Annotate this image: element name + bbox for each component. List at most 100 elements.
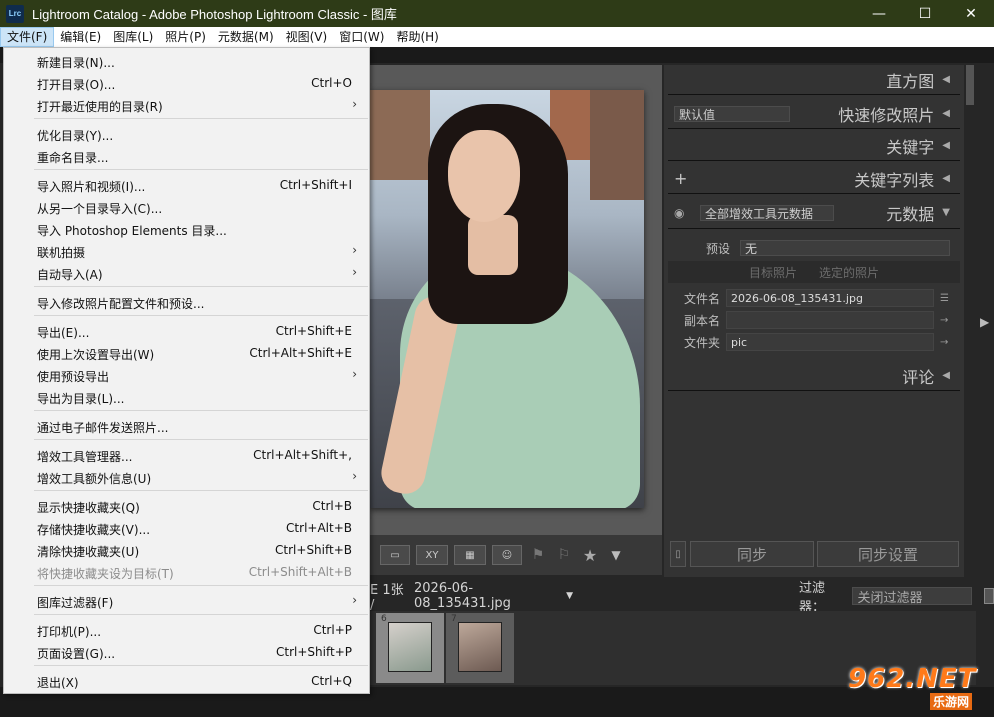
menu-item-shortcut: Ctrl+Alt+Shift+E [249,346,352,360]
histogram-header[interactable]: 直方图 ◀ [668,65,960,95]
file-menu-item[interactable]: 显示快捷收藏夹(Q) Ctrl+B [5,495,369,517]
metadata-set-select[interactable]: 全部增效工具元数据 [700,205,834,221]
source-path-file[interactable]: 2026-06-08_135431.jpg [414,581,562,611]
menu-item-label: 导出(E)... [37,326,90,340]
file-menu-item[interactable]: 优化目录(Y)... [5,123,369,145]
sync-toggle-icon[interactable]: ▯ [670,541,686,567]
menu-item-label: 显示快捷收藏夹(Q) [37,501,140,515]
menu-item-shortcut: Ctrl+Q [311,674,352,688]
reject-flag-icon[interactable]: ⚐ [554,547,574,563]
sync-button[interactable]: 同步 [690,541,814,567]
menu-item-label: 打印机(P)... [37,625,102,639]
target-photo-tab[interactable]: 目标照片 [749,264,797,281]
filter-lock-icon[interactable] [984,588,994,604]
menu-item-label: 将快捷收藏夹设为目标(T) [37,567,174,581]
maximize-button[interactable]: ☐ [902,0,948,27]
menu-item-label: 退出(X) [37,676,79,690]
file-menu-item[interactable]: 增效工具额外信息(U) › [5,466,369,488]
quick-develop-preset-select[interactable]: 默认值 [674,106,790,122]
filter-select[interactable]: 关闭过滤器 [852,587,973,606]
menu-item-label: 打开目录(O)... [37,78,116,92]
menu-item-label: 使用上次设置导出(W) [37,348,155,362]
menu-view[interactable]: 视图(V) [280,27,334,47]
comments-header[interactable]: 评论 ◀ [668,361,960,391]
file-menu-item[interactable]: 图库过滤器(F) › [5,590,369,612]
file-name-field[interactable]: 2026-06-08_135431.jpg [726,289,934,307]
add-keyword-icon[interactable]: + [674,169,687,188]
toolbar-menu-icon[interactable]: ▼ [606,548,626,562]
file-menu-item[interactable]: 打开最近使用的目录(R) › [5,94,369,116]
menu-item-shortcut: Ctrl+P [313,623,352,637]
folder-field[interactable]: pic [726,333,934,351]
menu-library[interactable]: 图库(L) [107,27,159,47]
right-panel-toggle-icon[interactable]: ▶ [980,315,989,329]
star-icon[interactable]: ★ [580,546,600,565]
file-menu-item[interactable]: 导入修改照片配置文件和预设... [5,291,369,313]
selected-photos-tab[interactable]: 选定的照片 [819,264,879,281]
compare-view-icon[interactable]: XY [416,545,448,565]
metadata-header[interactable]: ◉ 全部增效工具元数据 元数据 ▼ [668,197,960,229]
flag-icon[interactable]: ⚑ [528,547,548,563]
file-menu-item[interactable]: 导出(E)... Ctrl+Shift+E [5,320,369,342]
file-menu-item[interactable]: 联机拍摄 › [5,240,369,262]
filmstrip-header: E 1张 / 2026-06-08_135431.jpg ▼ 过滤器： 关闭过滤… [370,581,994,615]
file-menu-item[interactable]: 页面设置(G)... Ctrl+Shift+P [5,641,369,663]
file-menu-item[interactable]: 存储快捷收藏夹(V)... Ctrl+Alt+B [5,517,369,539]
file-dropdown-menu: 新建目录(N)... 打开目录(O)... Ctrl+O 打开最近使用的目录(R) › 优… [3,47,370,694]
file-menu-item[interactable]: 导入照片和视频(I)... Ctrl+Shift+I [5,174,369,196]
menu-item-label: 联机拍摄 [37,246,86,260]
menu-help[interactable]: 帮助(H) [390,27,444,47]
quick-develop-header[interactable]: 默认值 快速修改照片 ◀ [668,99,960,129]
menu-item-label: 重命名目录... [37,151,109,165]
thumbnail-image [458,622,502,672]
menu-item-label: 从另一个目录导入(C)... [37,202,163,216]
arrow-right-icon[interactable]: → [940,315,948,326]
file-menu-item[interactable]: 打开目录(O)... Ctrl+O [5,72,369,94]
file-menu-item[interactable]: 新建目录(N)... [5,50,369,72]
file-menu-item[interactable]: 导入 Photoshop Elements 目录... [5,218,369,240]
sync-settings-button[interactable]: 同步设置 [817,541,959,567]
loupe-view-icon[interactable]: ▭ [380,545,410,565]
minimize-button[interactable]: — [856,0,902,27]
menu-edit[interactable]: 编辑(E) [54,27,107,47]
arrow-right-icon[interactable]: → [940,337,948,348]
filmstrip-thumbnail[interactable]: 6 [376,613,444,683]
close-button[interactable]: ✕ [948,0,994,27]
file-menu-item[interactable]: 通过电子邮件发送照片... [5,415,369,437]
menu-window[interactable]: 窗口(W) [333,27,390,47]
keyword-list-header[interactable]: + 关键字列表 ◀ [668,164,960,194]
file-menu-item[interactable]: 增效工具管理器... Ctrl+Alt+Shift+, [5,444,369,466]
copy-name-field[interactable] [726,311,934,329]
menu-item-shortcut: Ctrl+Alt+B [286,521,352,535]
filmstrip-thumbnail[interactable]: 7 [446,613,514,683]
people-view-icon[interactable]: ☺ [492,545,522,565]
menu-item-label: 增效工具额外信息(U) [37,472,152,486]
menu-item-label: 导入 Photoshop Elements 目录... [37,224,227,238]
chevron-down-icon[interactable]: ▼ [566,591,573,601]
file-menu-item[interactable]: 退出(X) Ctrl+Q [5,670,369,692]
menu-item-label: 图库过滤器(F) [37,596,114,610]
menu-item-shortcut: Ctrl+Shift+Alt+B [248,565,352,579]
file-menu-item[interactable]: 清除快捷收藏夹(U) Ctrl+Shift+B [5,539,369,561]
file-menu-item[interactable]: 自动导入(A) › [5,262,369,284]
eye-icon[interactable]: ◉ [674,206,684,220]
submenu-arrow-icon: › [352,97,357,111]
main-photo[interactable] [370,90,644,508]
file-menu-item[interactable]: 打印机(P)... Ctrl+P [5,619,369,641]
submenu-arrow-icon: › [352,367,357,381]
menu-metadata[interactable]: 元数据(M) [212,27,280,47]
file-menu-item[interactable]: 使用上次设置导出(W) Ctrl+Alt+Shift+E [5,342,369,364]
file-menu-item[interactable]: 重命名目录... [5,145,369,167]
keywording-header[interactable]: 关键字 ◀ [668,131,960,161]
file-menu-item[interactable]: 导出为目录(L)... [5,386,369,408]
menu-file[interactable]: 文件(F) [0,27,55,47]
metadata-preset-select[interactable]: 无 [740,240,950,256]
file-menu-item[interactable]: 使用预设导出 › [5,364,369,386]
survey-view-icon[interactable]: ▦ [454,545,486,565]
right-panel-scrollbar[interactable] [966,65,974,105]
submenu-arrow-icon: › [352,243,357,257]
list-icon[interactable]: ☰ [940,293,949,304]
menu-photo[interactable]: 照片(P) [159,27,212,47]
file-name-row: 文件名 2026-06-08_135431.jpg ☰ [668,287,960,309]
file-menu-item[interactable]: 从另一个目录导入(C)... [5,196,369,218]
